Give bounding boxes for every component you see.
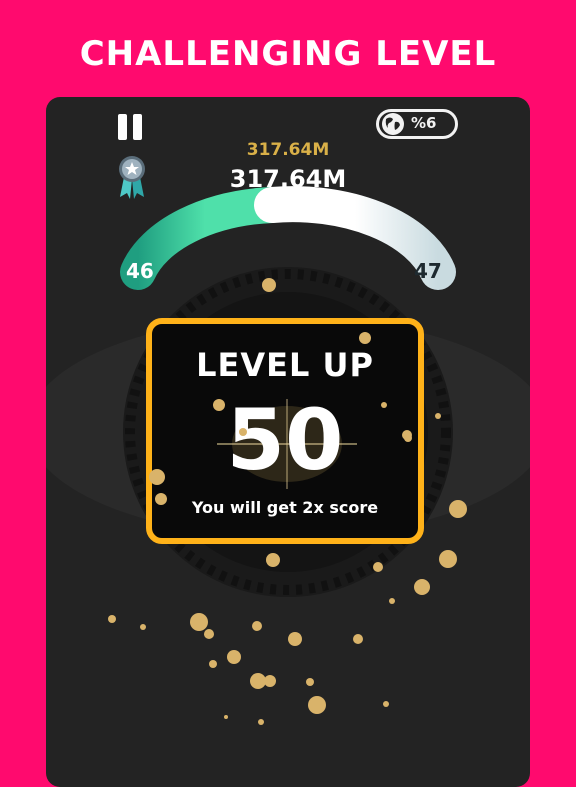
world-rank-badge[interactable]: %6 <box>376 109 458 139</box>
headline: CHALLENGING LEVEL <box>79 34 497 74</box>
level-progress-bar <box>120 186 456 290</box>
next-level-label: 47 <box>414 259 442 283</box>
pause-icon <box>118 114 127 140</box>
world-rank-value: %6 <box>411 114 437 132</box>
new-level-number: 50 <box>226 391 344 489</box>
current-score: 317.64M <box>229 165 347 193</box>
level-up-title: LEVEL UP <box>196 346 374 384</box>
level-up-message: You will get 2x score <box>191 498 379 517</box>
game-screen: %6 317.64M 317.64M 46 47 LEVEL UP 50 You… <box>46 97 530 787</box>
best-score: 317.64M <box>246 140 330 160</box>
globe-icon <box>382 113 404 135</box>
level-up-dialog[interactable]: LEVEL UP 50 You will get 2x score <box>146 318 424 544</box>
current-level-label: 46 <box>126 259 154 283</box>
